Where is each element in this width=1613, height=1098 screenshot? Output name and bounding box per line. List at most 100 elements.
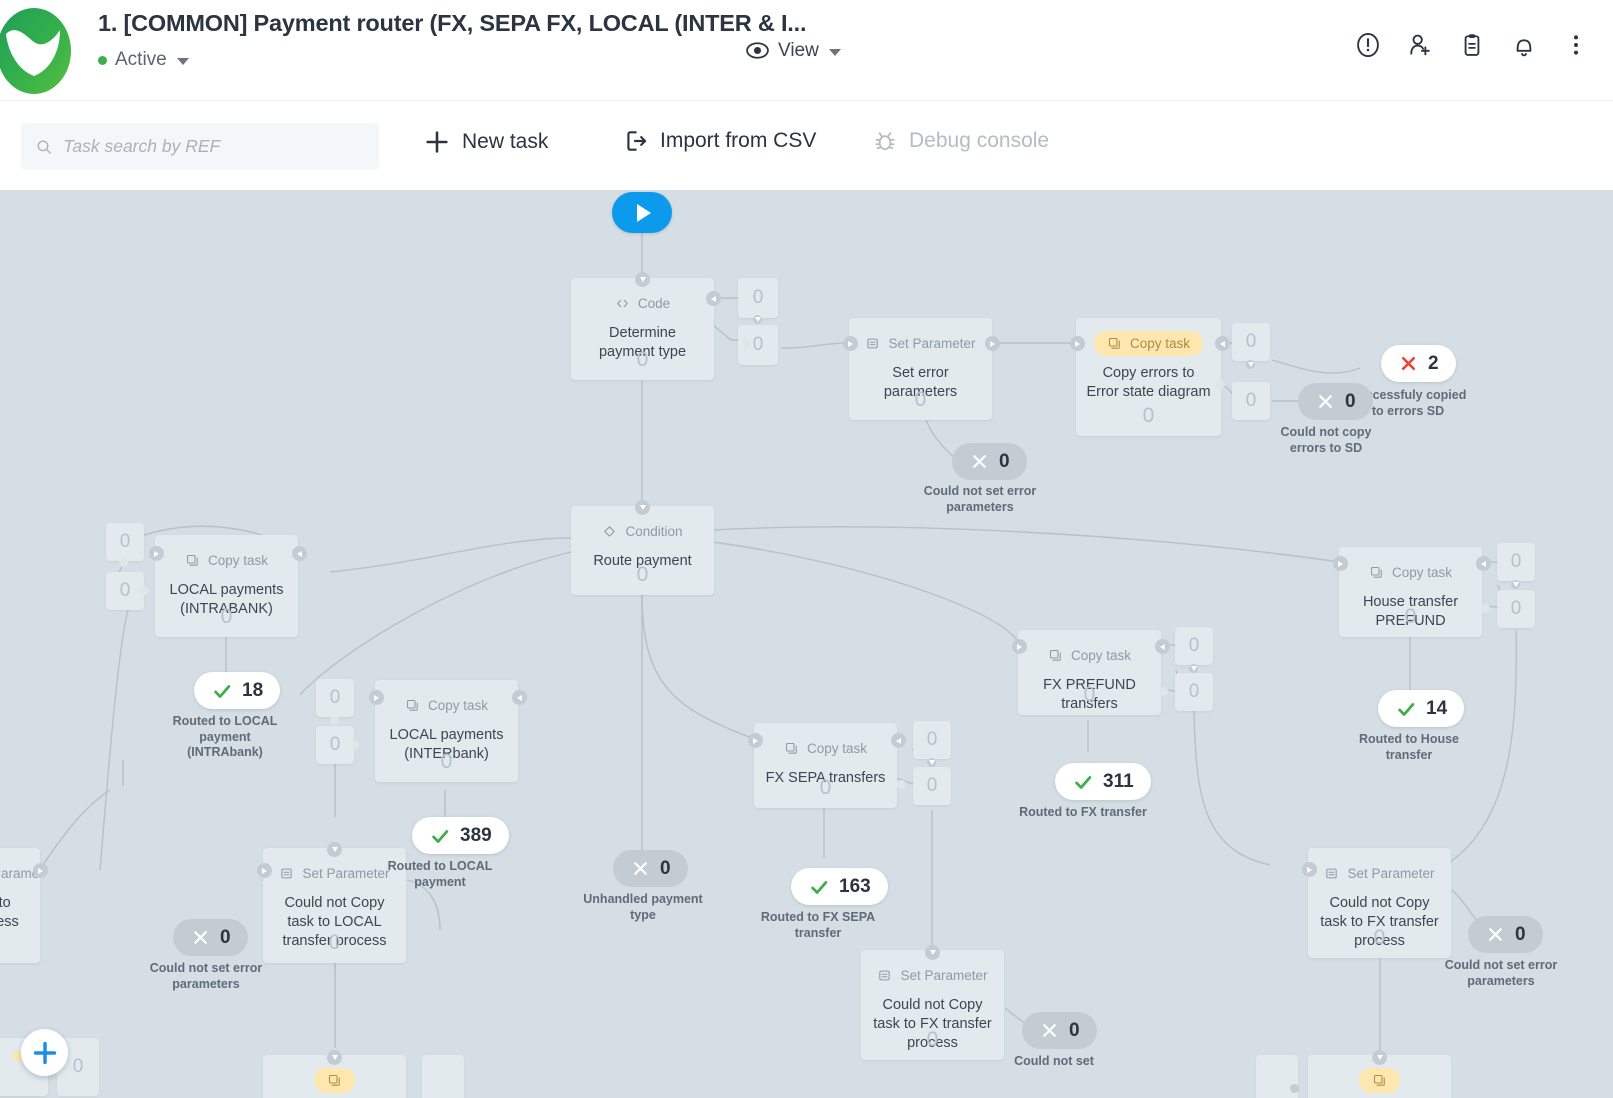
kebab-menu-icon[interactable] [1561,30,1591,60]
badge-label: Routed to FX transfer [1018,805,1148,821]
node-count: 0 [849,388,992,412]
node-output-port[interactable] [1215,336,1230,351]
node-could-not-copy-task-fx-1[interactable]: Set Parameter Could not Copy task to FX … [861,950,1004,1060]
stub-port[interactable] [753,315,762,324]
status-selector[interactable]: Active [98,49,806,71]
badge-routed-house[interactable]: 14 [1378,690,1464,727]
import-csv-button[interactable]: Import from CSV [623,128,816,154]
badge-could-not-set-error-params-2[interactable]: 0 [173,919,248,956]
node-input-port[interactable] [925,945,940,960]
stub-port[interactable] [1159,687,1168,696]
debug-console-button[interactable]: Debug console [872,128,1049,154]
node-input-port[interactable] [369,690,384,705]
node-local-payments-interbank[interactable]: Copy task LOCAL payments (INTERbank) 0 [375,680,518,782]
badge-could-not-copy-errors[interactable]: 0 [1298,383,1373,420]
stub-port[interactable] [1511,580,1520,589]
app-logo[interactable] [0,6,74,94]
bell-icon[interactable] [1509,30,1539,60]
node-input-port[interactable] [1070,336,1085,351]
chevron-down-icon [829,49,841,56]
stub-box[interactable]: 0 [913,721,951,759]
stub-box[interactable]: 0 [106,572,144,610]
node-input-port[interactable] [635,500,650,515]
node-output-port[interactable] [512,690,527,705]
stub-port[interactable] [1481,604,1490,613]
node-could-not-copy-task-fx-2[interactable]: Set Parameter Could not Copy task to FX … [1308,848,1451,958]
node-input-port[interactable] [1372,1050,1387,1065]
node-determine-payment-type[interactable]: Code Determine payment type 0 [571,278,714,380]
stub-box[interactable]: 0 [1232,323,1270,361]
alert-circle-icon[interactable] [1353,30,1383,60]
badge-unhandled-payment-type[interactable]: 0 [613,850,688,887]
stub-port[interactable] [1290,1084,1299,1093]
stub-port[interactable] [350,740,359,749]
cross-icon [630,858,651,879]
node-output-port[interactable] [1476,556,1491,571]
node-kind-chip: Copy task [1356,560,1465,585]
node-input-port[interactable] [843,336,858,351]
stub-box[interactable]: 0 [106,523,144,561]
stub-box[interactable] [422,1055,464,1098]
badge-value: 0 [999,452,1010,471]
node-output-port[interactable] [1155,639,1170,654]
add-node-fab[interactable] [21,1029,68,1076]
badge-successfully-copied[interactable]: 2 [1381,345,1456,382]
search-box[interactable] [21,123,379,170]
badge-could-not-set-4[interactable]: 0 [1022,1012,1097,1049]
stub-box[interactable]: 0 [1497,543,1535,581]
search-input[interactable] [63,136,365,157]
node-output-port[interactable] [292,546,307,561]
stub-box[interactable]: 0 [316,679,354,717]
node-local-payments-intrabank[interactable]: Copy task LOCAL payments (INTRABANK) 0 [155,535,298,637]
node-output-port[interactable] [985,336,1000,351]
clipboard-icon[interactable] [1457,30,1487,60]
stub-box[interactable]: 0 [913,767,951,805]
node-fx-prefund-transfers[interactable]: Copy task FX PREFUND transfers 0 [1018,630,1161,715]
node-side-port[interactable] [257,863,272,878]
node-output-port[interactable] [891,733,906,748]
node-input-port[interactable] [635,272,650,287]
workflow-canvas[interactable]: Code Determine payment type 0 0 0 Set Pa… [0,190,1613,1098]
node-input-port[interactable] [327,842,342,857]
stub-box[interactable]: 0 [1175,673,1213,711]
add-user-icon[interactable] [1405,30,1435,60]
stub-port[interactable] [330,716,339,725]
node-input-port[interactable] [1333,556,1348,571]
start-run-button[interactable] [612,192,672,233]
stub-port[interactable] [897,780,906,789]
node-input-port[interactable] [1012,639,1027,654]
node-kind-chip [314,1068,355,1093]
badge-routed-fx[interactable]: 311 [1055,763,1151,800]
badge-could-not-set-error-params-3[interactable]: 0 [1468,916,1543,953]
stub-port[interactable] [742,340,751,349]
node-route-payment[interactable]: Condition Route payment 0 [571,506,714,595]
badge-could-not-set-error-params-1[interactable]: 0 [952,443,1027,480]
node-set-error-parameters[interactable]: Set Parameter Set error parameters 0 [849,318,992,420]
node-output-port[interactable] [706,291,721,306]
stub-box[interactable]: 0 [1232,382,1270,420]
node-kind-chip: Set Parameter [864,963,1000,988]
node-copy-errors-to-error-state-diagram[interactable]: Copy task Copy errors to Error state dia… [1076,318,1221,436]
stub-port[interactable] [140,586,149,595]
node-input-port[interactable] [748,733,763,748]
new-task-button[interactable]: New task [423,128,548,156]
node-house-transfer-prefund[interactable]: Copy task House transfer PREFUND 0 [1339,547,1482,637]
stub-port[interactable] [927,758,936,767]
stub-box[interactable]: 0 [316,726,354,764]
stub-port[interactable] [1189,664,1198,673]
node-input-port[interactable] [149,546,164,561]
badge-routed-local-intrabank[interactable]: 18 [194,672,280,709]
node-fx-sepa-transfers[interactable]: Copy task FX SEPA transfers 0 [754,723,897,808]
stub-port[interactable] [1216,380,1225,389]
stub-box[interactable]: 0 [1497,590,1535,628]
view-selector[interactable]: View [745,38,841,63]
stub-box[interactable]: 0 [738,278,778,318]
stub-port[interactable] [1246,360,1255,369]
badge-routed-fx-sepa[interactable]: 163 [791,868,888,905]
badge-routed-local[interactable]: 389 [412,817,509,854]
node-input-port[interactable] [33,863,48,878]
stub-box[interactable]: 0 [1175,627,1213,665]
node-input-port[interactable] [1302,862,1317,877]
stub-port[interactable] [119,558,128,567]
node-input-port[interactable] [327,1050,342,1065]
